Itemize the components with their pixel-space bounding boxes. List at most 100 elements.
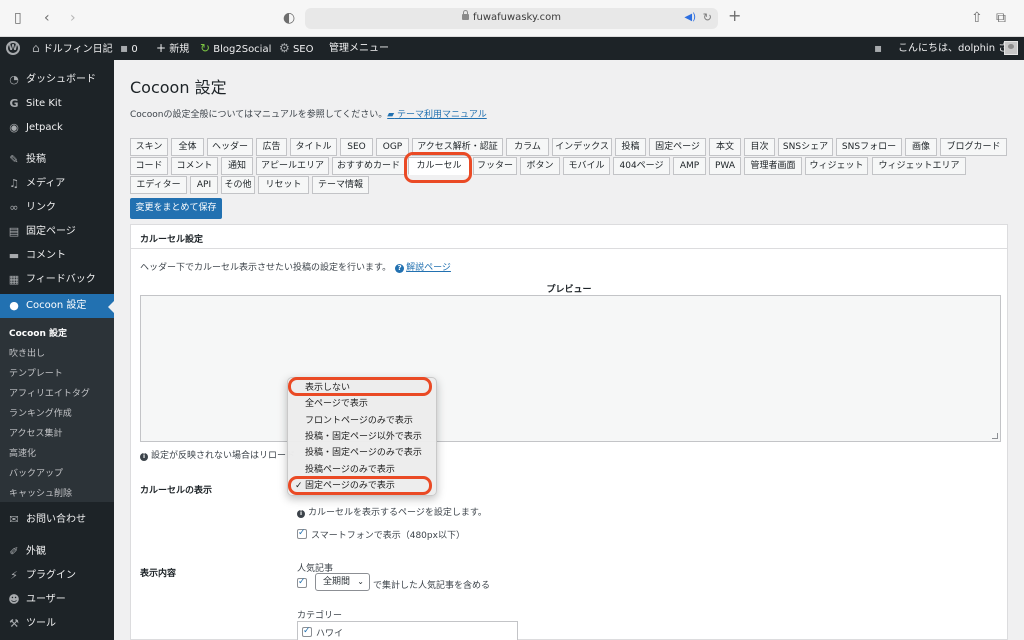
period-select[interactable]: 全期間 ⌄	[315, 573, 370, 591]
settings-tab[interactable]: 投稿	[615, 138, 646, 156]
manual-link[interactable]: ▰ テーマ利用マニュアル	[387, 110, 487, 120]
sidebar-item-plugins[interactable]: ⚡ プラグイン	[0, 564, 114, 588]
preview-area[interactable]	[140, 295, 1001, 442]
sidebar-item-links[interactable]: ∞ リンク	[0, 196, 114, 220]
blog2social-link[interactable]: ↻ Blog2Social	[200, 42, 271, 56]
dropdown-option[interactable]: 全ページで表示	[305, 398, 368, 410]
help-link[interactable]: 解説ページ	[406, 263, 451, 273]
resize-handle-icon[interactable]	[992, 433, 998, 439]
save-all-button[interactable]: 変更をまとめて保存	[130, 198, 222, 219]
category-item[interactable]: ハワイ	[302, 626, 343, 639]
settings-tab[interactable]: 通知	[221, 157, 253, 175]
avatar[interactable]	[1004, 41, 1018, 55]
smartphone-option[interactable]: スマートフォンで表示（480px以下）	[297, 528, 465, 541]
settings-tab[interactable]: 本文	[709, 138, 741, 156]
sidebar-item-posts[interactable]: ✎ 投稿	[0, 148, 114, 172]
seo-link[interactable]: ⚙ SEO	[279, 42, 314, 56]
sidebar-item-pages[interactable]: ▤ 固定ページ	[0, 220, 114, 244]
popular-checkbox-wrap[interactable]	[297, 577, 311, 590]
privacy-shield-icon[interactable]: ◐	[283, 10, 295, 26]
submenu-speedup[interactable]: 高速化	[9, 448, 36, 460]
submenu-ranking[interactable]: ランキング作成	[9, 408, 72, 420]
settings-tab[interactable]: SNSフォロー	[836, 138, 902, 156]
submenu-affiliate-tag[interactable]: アフィリエイトタグ	[9, 388, 90, 400]
admin-menu-link[interactable]: 管理メニュー	[329, 42, 389, 55]
submenu-cache-clear[interactable]: キャッシュ削除	[9, 488, 72, 500]
sidebar-toggle-icon[interactable]: ▯	[14, 10, 22, 26]
submenu-backup[interactable]: バックアップ	[9, 468, 63, 480]
smartphone-checkbox[interactable]	[297, 528, 307, 539]
dropdown-option[interactable]: 投稿・固定ページ以外で表示	[305, 431, 422, 443]
highlight-option-hide	[288, 377, 432, 396]
settings-tab[interactable]: ウィジェット	[805, 157, 868, 175]
category-checkbox[interactable]	[302, 626, 312, 637]
sidebar-item-dashboard[interactable]: ◔ ダッシュボード	[0, 68, 114, 92]
dropdown-option[interactable]: フロントページのみで表示	[305, 415, 413, 427]
settings-tab[interactable]: 目次	[744, 138, 775, 156]
share-icon[interactable]: ⇧	[971, 10, 983, 26]
settings-tab[interactable]: 管理者画面	[744, 157, 802, 175]
user-greeting[interactable]: こんにちは、dolphin さん	[898, 42, 1018, 55]
sidebar-item-cocoon-settings[interactable]: ● Cocoon 設定	[0, 294, 114, 318]
reload-icon[interactable]: ↻	[703, 11, 712, 24]
sidebar-item-feedback[interactable]: ▦ フィードバック	[0, 268, 114, 292]
settings-tab[interactable]: インデックス	[552, 138, 612, 156]
screen-options-icon[interactable]: ▪	[874, 42, 882, 56]
settings-tab[interactable]: コード	[130, 157, 168, 175]
sidebar-item-users[interactable]: ☻ ユーザー	[0, 588, 114, 612]
settings-tab[interactable]: AMP	[673, 157, 706, 175]
tabs-overview-icon[interactable]: ⧉	[996, 10, 1006, 26]
settings-tab[interactable]: カラム	[506, 138, 549, 156]
settings-tab[interactable]: 全体	[171, 138, 204, 156]
settings-tab[interactable]: SNSシェア	[778, 138, 833, 156]
sidebar-item-tools[interactable]: ⚒ ツール	[0, 612, 114, 636]
settings-tab[interactable]: OGP	[376, 138, 409, 156]
sidebar-item-appearance[interactable]: ✐ 外観	[0, 540, 114, 564]
settings-tab[interactable]: リセット	[258, 176, 309, 194]
settings-tab[interactable]: おすすめカード	[332, 157, 405, 175]
settings-tab[interactable]: アピールエリア	[256, 157, 329, 175]
settings-tab[interactable]: フッター	[473, 157, 517, 175]
settings-tab[interactable]: モバイル	[563, 157, 610, 175]
category-list[interactable]: ハワイ	[297, 621, 518, 640]
submenu-template[interactable]: テンプレート	[9, 368, 63, 380]
sidebar-item-site-kit[interactable]: G Site Kit	[0, 92, 114, 116]
settings-tab[interactable]: 固定ページ	[649, 138, 706, 156]
back-icon[interactable]: ‹	[44, 10, 50, 26]
settings-tab[interactable]: テーマ情報	[312, 176, 369, 194]
forward-icon[interactable]: ›	[70, 10, 76, 26]
settings-tab[interactable]: SEO	[340, 138, 373, 156]
settings-tab[interactable]: 広告	[256, 138, 287, 156]
settings-tab[interactable]: ヘッダー	[207, 138, 253, 156]
submenu-speech-balloon[interactable]: 吹き出し	[9, 348, 45, 360]
settings-tab[interactable]: スキン	[130, 138, 168, 156]
new-content-link[interactable]: + 新規	[156, 42, 189, 56]
new-tab-icon[interactable]: +	[728, 8, 741, 24]
settings-tab[interactable]: ブログカード	[940, 138, 1007, 156]
settings-tab[interactable]: タイトル	[290, 138, 337, 156]
site-name-link[interactable]: ⌂ ドルフィン日記	[32, 42, 113, 56]
settings-tab[interactable]: エディター	[130, 176, 187, 194]
sidebar-item-contact[interactable]: ✉ お問い合わせ	[0, 508, 114, 532]
settings-tab[interactable]: 画像	[905, 138, 937, 156]
speaker-icon[interactable]: ◀)	[684, 12, 696, 23]
sidebar-item-media[interactable]: ♫ メディア	[0, 172, 114, 196]
popular-checkbox[interactable]	[297, 577, 307, 588]
submenu-cocoon-settings[interactable]: Cocoon 設定	[9, 328, 67, 340]
settings-tab[interactable]: ウィジェットエリア	[872, 157, 966, 175]
submenu-access-stats[interactable]: アクセス集計	[9, 428, 63, 440]
dropdown-option[interactable]: 投稿・固定ページのみで表示	[305, 447, 422, 459]
settings-tab[interactable]: API	[190, 176, 218, 194]
address-bar[interactable]: fuwafuwasky.com ◀) ↻	[305, 8, 718, 29]
settings-tab[interactable]: ボタン	[520, 157, 560, 175]
comments-link[interactable]: ▪ 0	[120, 42, 138, 56]
sidebar-item-comments[interactable]: ▬ コメント	[0, 244, 114, 268]
dropdown-option[interactable]: 投稿ページのみで表示	[305, 464, 395, 476]
settings-tab[interactable]: 404ページ	[613, 157, 670, 175]
wordpress-logo-icon[interactable]: W	[6, 41, 20, 55]
settings-tab[interactable]: その他	[221, 176, 255, 194]
settings-tab[interactable]: コメント	[171, 157, 218, 175]
sidebar-item-jetpack[interactable]: ◉ Jetpack	[0, 116, 114, 140]
settings-tab[interactable]: PWA	[709, 157, 741, 175]
pin-icon: ✎	[9, 153, 19, 166]
